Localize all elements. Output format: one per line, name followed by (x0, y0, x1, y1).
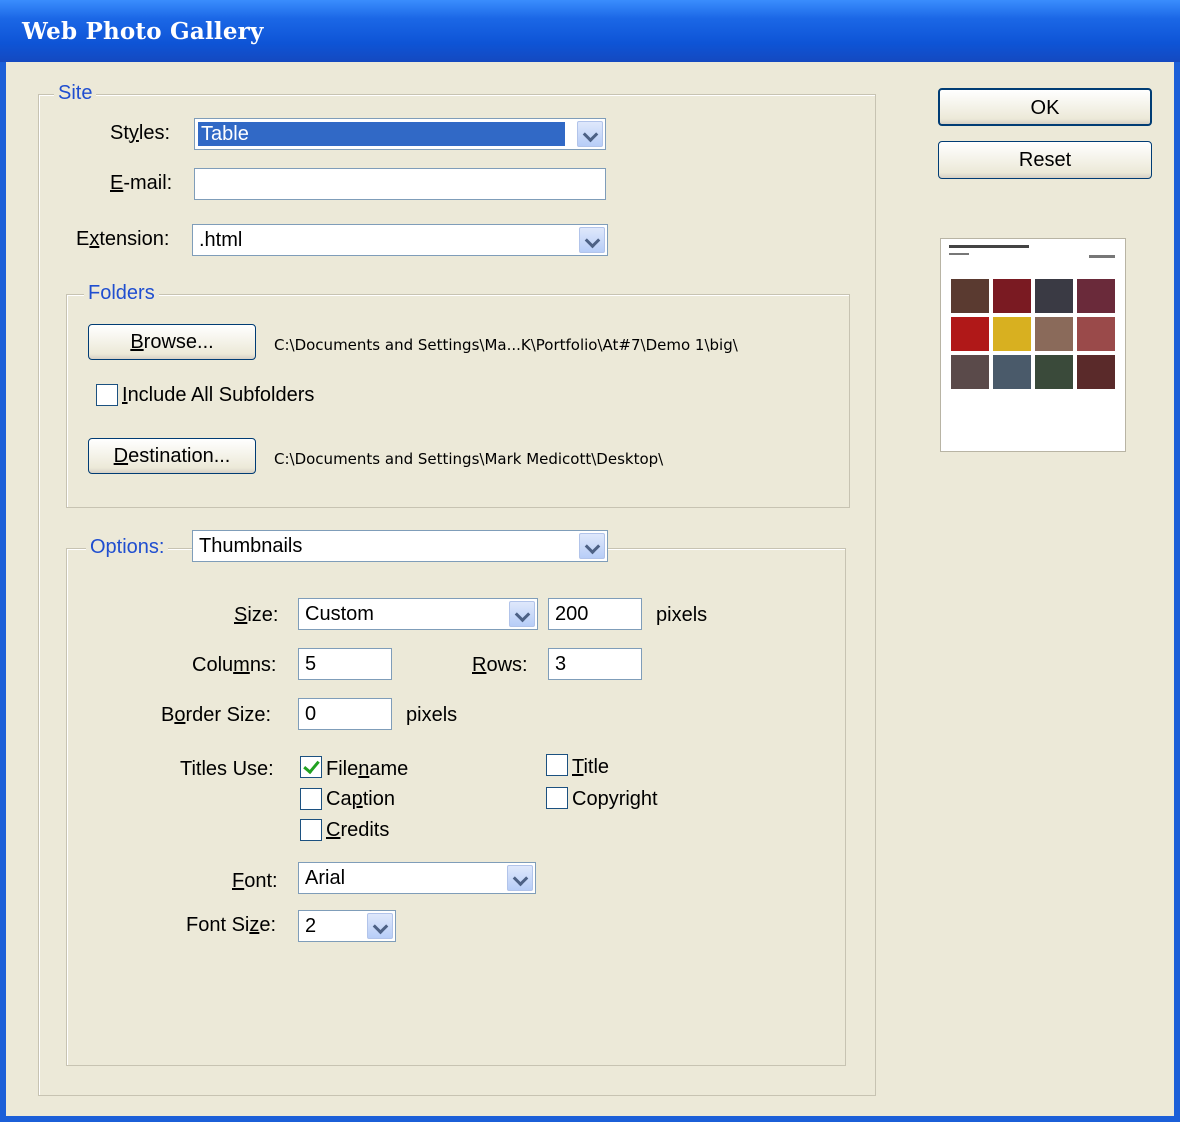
font-label: Font: (232, 870, 278, 892)
chevron-down-icon[interactable] (579, 227, 605, 253)
columns-field[interactable]: 5 (298, 648, 392, 680)
caption-checkbox[interactable] (300, 788, 322, 810)
window-title: Web Photo Gallery (22, 18, 264, 45)
email-label: E-mail: (110, 172, 173, 194)
title-bar[interactable]: Web Photo Gallery (0, 0, 1180, 62)
gallery-preview-image (940, 238, 1126, 452)
credits-label[interactable]: Credits (326, 819, 389, 842)
extension-label: Extension: (76, 228, 170, 250)
destination-folder-path: C:\Documents and Settings\Mark Medicott\… (274, 450, 664, 468)
font-size-select[interactable]: 2 (298, 910, 396, 942)
email-field[interactable] (194, 168, 606, 200)
options-section-select[interactable]: Thumbnails (192, 530, 608, 562)
browse-button[interactable]: Browse... (88, 324, 256, 360)
titles-use-label: Titles Use: (180, 758, 274, 780)
caption-label[interactable]: Caption (326, 788, 395, 811)
size-pixels-unit: pixels (656, 604, 708, 626)
font-select[interactable]: Arial (298, 862, 536, 894)
border-size-field[interactable]: 0 (298, 698, 392, 730)
include-subfolders-label[interactable]: Include All Subfolders (122, 384, 314, 407)
border-size-label: Border Size: (161, 704, 272, 726)
chevron-down-icon[interactable] (579, 533, 605, 559)
site-legend: Site (54, 82, 97, 105)
title-checkbox[interactable] (546, 754, 568, 776)
thumbnail-size-select[interactable]: Custom (298, 598, 538, 630)
chevron-down-icon[interactable] (507, 865, 533, 891)
chevron-down-icon[interactable] (367, 913, 393, 939)
reset-button[interactable]: Reset (938, 141, 1152, 179)
credits-checkbox[interactable] (300, 819, 322, 841)
chevron-down-icon[interactable] (509, 601, 535, 627)
destination-button[interactable]: Destination... (88, 438, 256, 474)
size-label: Size: (234, 604, 279, 626)
copyright-label[interactable]: Copyright (572, 788, 658, 811)
filename-label[interactable]: Filename (326, 758, 408, 781)
extension-select[interactable]: .html (192, 224, 608, 256)
chevron-down-icon[interactable] (577, 121, 603, 147)
web-photo-gallery-dialog: Web Photo Gallery OK Reset Site Styles: … (0, 0, 1180, 1122)
title-label[interactable]: Title (572, 756, 609, 779)
columns-label: Columns: (192, 654, 277, 676)
ok-button[interactable]: OK (938, 88, 1152, 126)
copyright-checkbox[interactable] (546, 787, 568, 809)
border-pixels-unit: pixels (406, 704, 458, 726)
include-subfolders-checkbox[interactable] (96, 384, 118, 406)
styles-select[interactable]: Table (194, 118, 606, 150)
options-legend: Options: (86, 536, 169, 559)
size-pixels-field[interactable]: 200 (548, 598, 642, 630)
styles-label: Styles: (110, 122, 171, 144)
rows-field[interactable]: 3 (548, 648, 642, 680)
rows-label: Rows: (472, 654, 528, 676)
filename-checkbox[interactable] (300, 756, 322, 778)
source-folder-path: C:\Documents and Settings\Ma...K\Portfol… (274, 336, 738, 354)
folders-legend: Folders (84, 282, 159, 305)
font-size-label: Font Size: (186, 914, 277, 936)
